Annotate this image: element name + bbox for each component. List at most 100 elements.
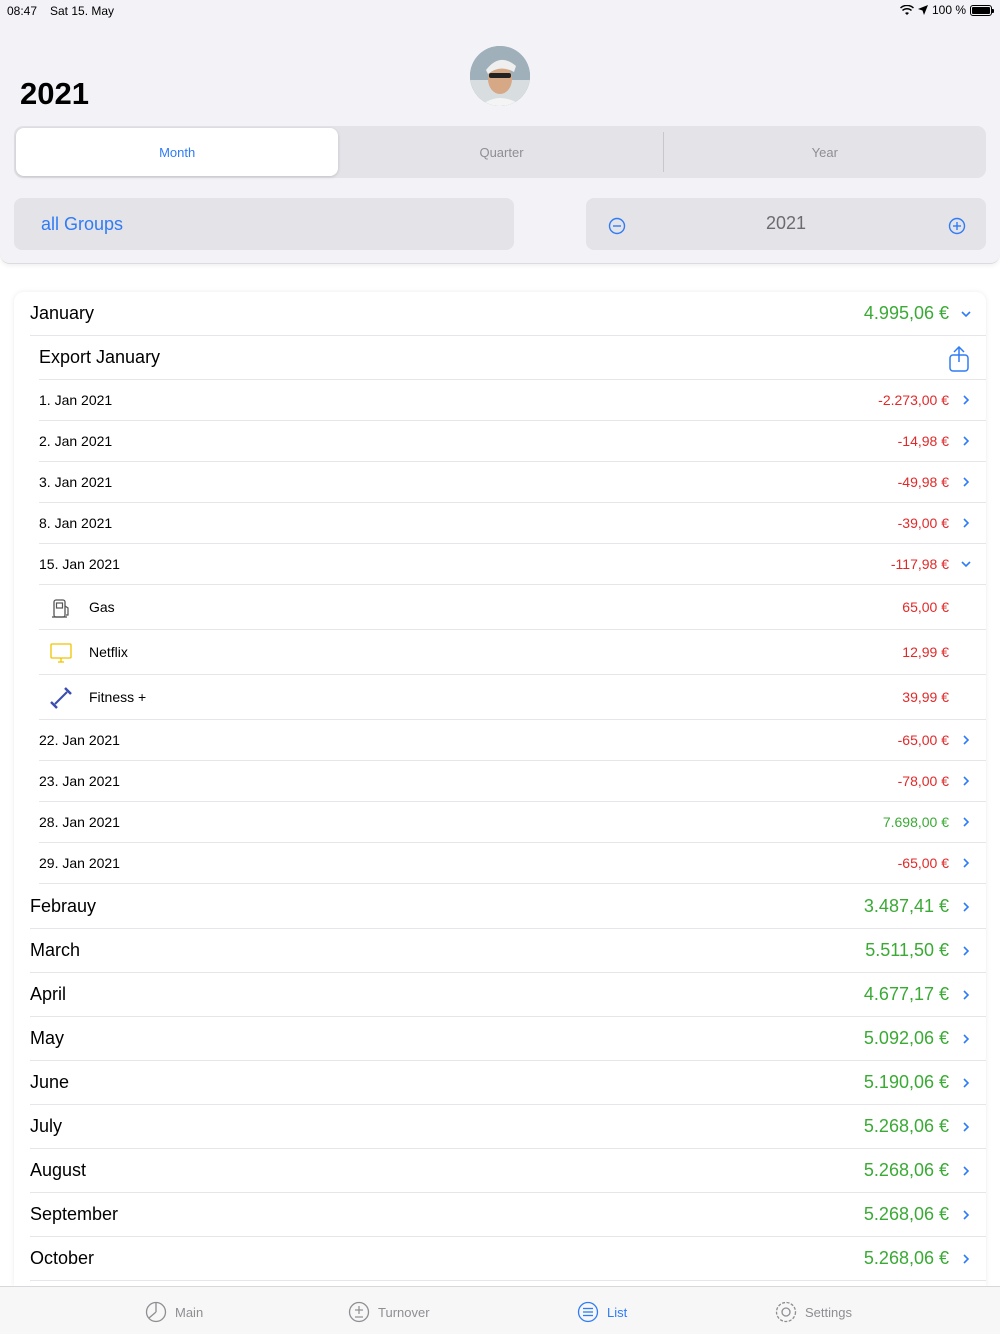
export-label: Export January [39,347,161,367]
month-row[interactable]: August 5.268,06 € [30,1149,986,1193]
battery-percent: 100 % [931,3,966,17]
chevron-right-icon [963,901,970,912]
wifi-icon [899,4,914,15]
chevron-right-icon [963,436,970,446]
day-amount: -14,98 € [897,433,949,449]
chevron-right-icon [963,945,970,956]
transaction-amount: 65,00 € [902,599,949,615]
year-stepper: 2021 [586,198,986,250]
month-amount: 5.268,06 € [863,1116,949,1136]
tab-bar: Main Turnover List Settings [0,1286,1000,1334]
day-row-expanded[interactable]: 15. Jan 2021 -117,98 € [39,544,986,585]
month-amount: 4.677,17 € [863,984,949,1004]
month-row[interactable]: September 5.268,06 € [30,1193,986,1237]
month-amount: 5.268,06 € [863,1160,949,1180]
day-label: 3. Jan 2021 [39,474,113,490]
chevron-right-icon [963,858,970,868]
day-row[interactable]: 8. Jan 2021 -39,00 € [39,503,986,544]
chevron-right-icon [963,817,970,827]
segment-year[interactable]: Year [664,126,986,178]
chevron-right-icon [963,989,970,1000]
tab-turnover[interactable]: Turnover [348,1301,430,1323]
month-label: October [30,1248,95,1268]
transaction-label: Netflix [89,644,128,660]
day-row[interactable]: 29. Jan 2021 -65,00 € [39,843,986,884]
transaction-label: Gas [89,599,115,615]
month-row[interactable]: July 5.268,06 € [30,1105,986,1149]
month-list: January 4.995,06 € Export January 1. Jan… [14,292,986,1286]
month-amount: 3.487,41 € [863,896,949,916]
month-amount: 5.511,50 € [865,940,949,960]
status-indicators: 100 % [899,3,994,17]
tab-list[interactable]: List [577,1301,627,1323]
day-label: 28. Jan 2021 [39,814,120,830]
tab-settings[interactable]: Settings [775,1301,852,1323]
page-title: 2021 [20,76,89,111]
chevron-right-icon [963,1209,970,1220]
chevron-right-icon [963,1033,970,1044]
day-label: 22. Jan 2021 [39,732,120,748]
chevron-down-icon [961,561,971,568]
day-label: 15. Jan 2021 [39,556,120,572]
segment-quarter[interactable]: Quarter [340,126,662,178]
pie-chart-icon [145,1301,167,1323]
tab-label: Main [175,1304,204,1320]
month-row-january[interactable]: January 4.995,06 € [30,292,986,336]
day-amount: -65,00 € [897,732,949,748]
day-amount: -65,00 € [897,855,949,871]
day-label: 2. Jan 2021 [39,433,113,449]
day-amount: -39,00 € [897,515,949,531]
plus-circle-icon[interactable] [948,217,966,235]
day-row[interactable]: 23. Jan 2021 -78,00 € [39,761,986,802]
share-icon[interactable] [948,346,970,372]
day-amount: -78,00 € [897,773,949,789]
month-label: Febrauy [30,896,97,916]
monitor-icon [50,643,72,663]
avatar[interactable] [470,46,530,106]
export-row[interactable]: Export January [39,336,986,380]
tab-label: Turnover [378,1304,430,1320]
tab-label: Settings [805,1304,852,1320]
month-row[interactable]: May 5.092,06 € [30,1017,986,1061]
month-row[interactable]: April 4.677,17 € [30,973,986,1017]
month-label: July [30,1116,63,1136]
period-segmented-control: Month Quarter Year [14,126,986,178]
status-time: 08:47 [7,4,38,18]
day-row[interactable]: 28. Jan 2021 7.698,00 € [39,802,986,843]
transaction-amount: 12,99 € [902,644,949,660]
status-date: Sat 15. May [50,4,115,18]
day-label: 23. Jan 2021 [39,773,120,789]
chevron-right-icon [963,1253,970,1264]
day-label: 8. Jan 2021 [39,515,113,531]
month-amount: 5.190,06 € [863,1072,949,1092]
month-row[interactable]: June 5.190,06 € [30,1061,986,1105]
header-panel: 08:47 Sat 15. May 100 % 2021 Month Quart… [0,0,1000,264]
battery-icon [970,4,994,16]
group-selector[interactable]: all Groups [14,198,514,250]
location-arrow-icon [917,5,928,15]
gear-icon [775,1301,797,1323]
transaction-row[interactable]: Gas 65,00 € [39,585,986,630]
plus-minus-icon [348,1301,370,1323]
day-row[interactable]: 1. Jan 2021 -2.273,00 € [39,380,986,421]
chevron-right-icon [963,477,970,487]
chevron-right-icon [963,395,970,405]
transaction-row[interactable]: Netflix 12,99 € [39,630,986,675]
transaction-amount: 39,99 € [902,689,949,705]
month-row[interactable]: October 5.268,06 € [30,1237,986,1281]
day-row[interactable]: 3. Jan 2021 -49,98 € [39,462,986,503]
month-label: August [30,1160,87,1180]
month-amount: 4.995,06 € [863,303,949,323]
month-label: June [30,1072,70,1092]
segment-month[interactable]: Month [16,128,339,176]
day-amount: 7.698,00 € [882,814,949,830]
month-row[interactable]: Febrauy 3.487,41 € [30,885,986,929]
month-label: April [30,984,67,1004]
transaction-row[interactable]: Fitness + 39,99 € [39,675,986,720]
tab-main[interactable]: Main [145,1301,203,1323]
day-row[interactable]: 22. Jan 2021 -65,00 € [39,720,986,761]
day-amount: -117,98 € [890,556,949,572]
month-row[interactable]: March 5.511,50 € [30,929,986,973]
month-amount: 5.092,06 € [863,1028,949,1048]
day-row[interactable]: 2. Jan 2021 -14,98 € [39,421,986,462]
